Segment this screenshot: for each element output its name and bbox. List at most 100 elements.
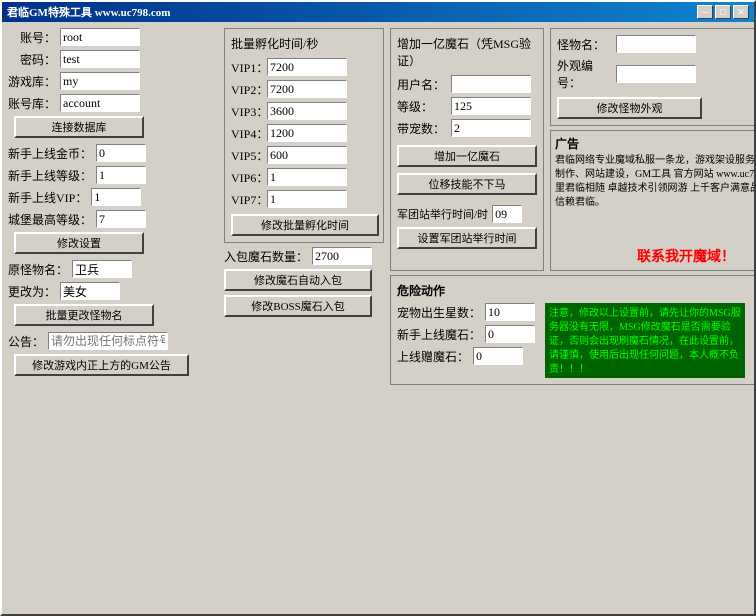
army-time-label: 军团站举行时间/时 xyxy=(397,206,488,222)
danger-content: 宠物出生星数： 新手上线魔石： 上线赠魔石： 注意，修改 xyxy=(397,303,754,378)
main-window: 君临GM特殊工具 www.uc798.com ─ □ ✕ 账号： 密码： 游戏库… xyxy=(0,0,756,616)
vip1-input[interactable] xyxy=(267,58,347,76)
online-gift-label: 上线赠魔石： xyxy=(397,348,469,365)
newbie-vip-input[interactable] xyxy=(91,188,141,206)
vip5-input[interactable] xyxy=(267,146,347,164)
change-to-label: 更改为： xyxy=(8,283,56,300)
pet-star-label: 宠物出生星数： xyxy=(397,304,481,321)
account-input[interactable] xyxy=(60,28,140,46)
vip2-label: VIP2： xyxy=(231,81,267,98)
newbie-vip-row: 新手上线VIP： xyxy=(8,188,218,206)
accountdb-row: 账号库： xyxy=(8,94,218,112)
pet-star-input[interactable] xyxy=(485,303,535,321)
minimize-button[interactable]: ─ xyxy=(697,5,713,19)
monster-name-input[interactable] xyxy=(616,35,696,53)
vip2-input[interactable] xyxy=(267,80,347,98)
account-row: 账号： xyxy=(8,28,218,46)
modify-settings-button[interactable]: 修改设置 xyxy=(14,232,144,254)
original-monster-input[interactable] xyxy=(72,260,132,278)
monster-name-label: 怪物名： xyxy=(557,36,612,53)
accountdb-label: 账号库： xyxy=(8,95,56,112)
vip5-label: VIP5： xyxy=(231,147,267,164)
middle-column: 批量孵化时间/秒 VIP1： VIP2： VIP3： VIP4： xyxy=(224,28,384,608)
original-monster-label: 原怪物名： xyxy=(8,261,68,278)
main-content: 账号： 密码： 游戏库： 账号库： 连接数据库 新手上线金币： xyxy=(2,22,754,614)
window-title: 君临GM特殊工具 www.uc798.com xyxy=(7,4,170,20)
mi-level-label: 等级： xyxy=(397,98,447,115)
magic-count-input[interactable] xyxy=(312,247,372,265)
castle-level-label: 城堡最高等级： xyxy=(8,211,92,228)
set-army-button[interactable]: 设置军团站举行时间 xyxy=(397,227,537,249)
newbie-level-input[interactable] xyxy=(96,166,146,184)
vip7-label: VIP7： xyxy=(231,191,267,208)
vip4-row: VIP4： xyxy=(231,124,377,142)
modify-magic-button[interactable]: 修改魔石自动入包 xyxy=(224,269,372,291)
vip5-row: VIP5： xyxy=(231,146,377,164)
vip1-row: VIP1： xyxy=(231,58,377,76)
modify-announcement-button[interactable]: 修改游戏内正上方的GM公告 xyxy=(14,354,189,376)
connect-db-button[interactable]: 连接数据库 xyxy=(14,116,144,138)
title-bar-buttons: ─ □ ✕ xyxy=(697,5,749,19)
announcement-label: 公告： xyxy=(8,333,44,350)
ad-section: 广告 君临网络专业魔域私服一条龙，游戏架设服务器相用、版本制作、网站建设，GM工… xyxy=(550,130,754,271)
ad-title: 广告 xyxy=(555,135,754,152)
magic-count-row: 入包魔石数量： 修改魔石自动入包 修改BOSS魔石入包 xyxy=(224,247,384,317)
modify-appearance-button[interactable]: 修改怪物外观 xyxy=(557,97,702,119)
password-input[interactable] xyxy=(60,50,140,68)
danger-section: 危险动作 宠物出生星数： 新手上线魔石： 上线赠魔石： xyxy=(390,275,754,385)
castle-level-row: 城堡最高等级： xyxy=(8,210,218,228)
warning-box: 注意，修改以上设置前，请先让你的MSG服务器没有无限，MSG修改魔石是否需要验证… xyxy=(545,303,745,378)
newbie-gold-row: 新手上线金币： xyxy=(8,144,218,162)
mi-username-input[interactable] xyxy=(451,75,531,93)
ad-content: 君临网络专业魔域私服一条龙，游戏架设服务器相用、版本制作、网站建设，GM工具 官… xyxy=(555,154,754,244)
password-label: 密码： xyxy=(8,51,56,68)
accountdb-input[interactable] xyxy=(60,94,140,112)
gamedb-row: 游戏库： xyxy=(8,72,218,90)
gamedb-label: 游戏库： xyxy=(8,73,56,90)
army-time-input[interactable] xyxy=(492,205,522,223)
add-magic-button[interactable]: 增加一亿魔石 xyxy=(397,145,537,167)
close-button[interactable]: ✕ xyxy=(733,5,749,19)
batch-hatch-title: 批量孵化时间/秒 xyxy=(231,35,377,52)
announcement-input[interactable] xyxy=(48,332,168,350)
vip4-input[interactable] xyxy=(267,124,347,142)
modify-batch-hatch-button[interactable]: 修改批量孵化时间 xyxy=(231,214,379,236)
vip3-input[interactable] xyxy=(267,102,347,120)
mi-equip-input[interactable] xyxy=(451,119,531,137)
ad-contact: 联系我开魔域！ xyxy=(555,246,754,266)
magic-count-label: 入包魔石数量： xyxy=(224,248,308,265)
vip4-label: VIP4： xyxy=(231,125,267,142)
vip3-row: VIP3： xyxy=(231,102,377,120)
vip7-row: VIP7： xyxy=(231,190,377,208)
right-right: 怪物名： 外观编号： 修改怪物外观 广告 君临网络专业魔域私服一条龙，游戏架设服… xyxy=(550,28,754,271)
maximize-button[interactable]: □ xyxy=(715,5,731,19)
password-row: 密码： xyxy=(8,50,218,68)
vip7-input[interactable] xyxy=(267,190,347,208)
newbie-magic-label: 新手上线魔石： xyxy=(397,326,481,343)
mi-username-label: 用户名： xyxy=(397,76,447,93)
vip2-row: VIP2： xyxy=(231,80,377,98)
gamedb-input[interactable] xyxy=(60,72,140,90)
batch-hatch-section: 批量孵化时间/秒 VIP1： VIP2： VIP3： VIP4： xyxy=(224,28,384,243)
monster-section: 怪物名： 外观编号： 修改怪物外观 xyxy=(550,28,754,126)
title-bar: 君临GM特殊工具 www.uc798.com ─ □ ✕ xyxy=(2,2,754,22)
newbie-magic-input[interactable] xyxy=(485,325,535,343)
vip6-row: VIP6： xyxy=(231,168,377,186)
castle-level-input[interactable] xyxy=(96,210,146,228)
vip6-input[interactable] xyxy=(267,168,347,186)
newbie-level-row: 新手上线等级： xyxy=(8,166,218,184)
online-gift-input[interactable] xyxy=(473,347,523,365)
change-to-row: 更改为： xyxy=(8,282,218,300)
danger-fields: 宠物出生星数： 新手上线魔石： 上线赠魔石： xyxy=(397,303,535,378)
move-skill-button[interactable]: 位移技能不下马 xyxy=(397,173,537,195)
batch-change-monster-button[interactable]: 批量更改怪物名 xyxy=(14,304,154,326)
appearance-input[interactable] xyxy=(616,65,696,83)
vip1-label: VIP1： xyxy=(231,59,267,76)
magic-increase-title: 增加一亿魔石（凭MSG验证） xyxy=(397,35,537,69)
warning-text: 注意，修改以上设置前，请先让你的MSG服务器没有无限，MSG修改魔石是否需要验证… xyxy=(549,308,741,375)
vip3-label: VIP3： xyxy=(231,103,267,120)
modify-boss-button[interactable]: 修改BOSS魔石入包 xyxy=(224,295,372,317)
change-to-input[interactable] xyxy=(60,282,120,300)
newbie-gold-input[interactable] xyxy=(96,144,146,162)
mi-level-input[interactable] xyxy=(451,97,531,115)
